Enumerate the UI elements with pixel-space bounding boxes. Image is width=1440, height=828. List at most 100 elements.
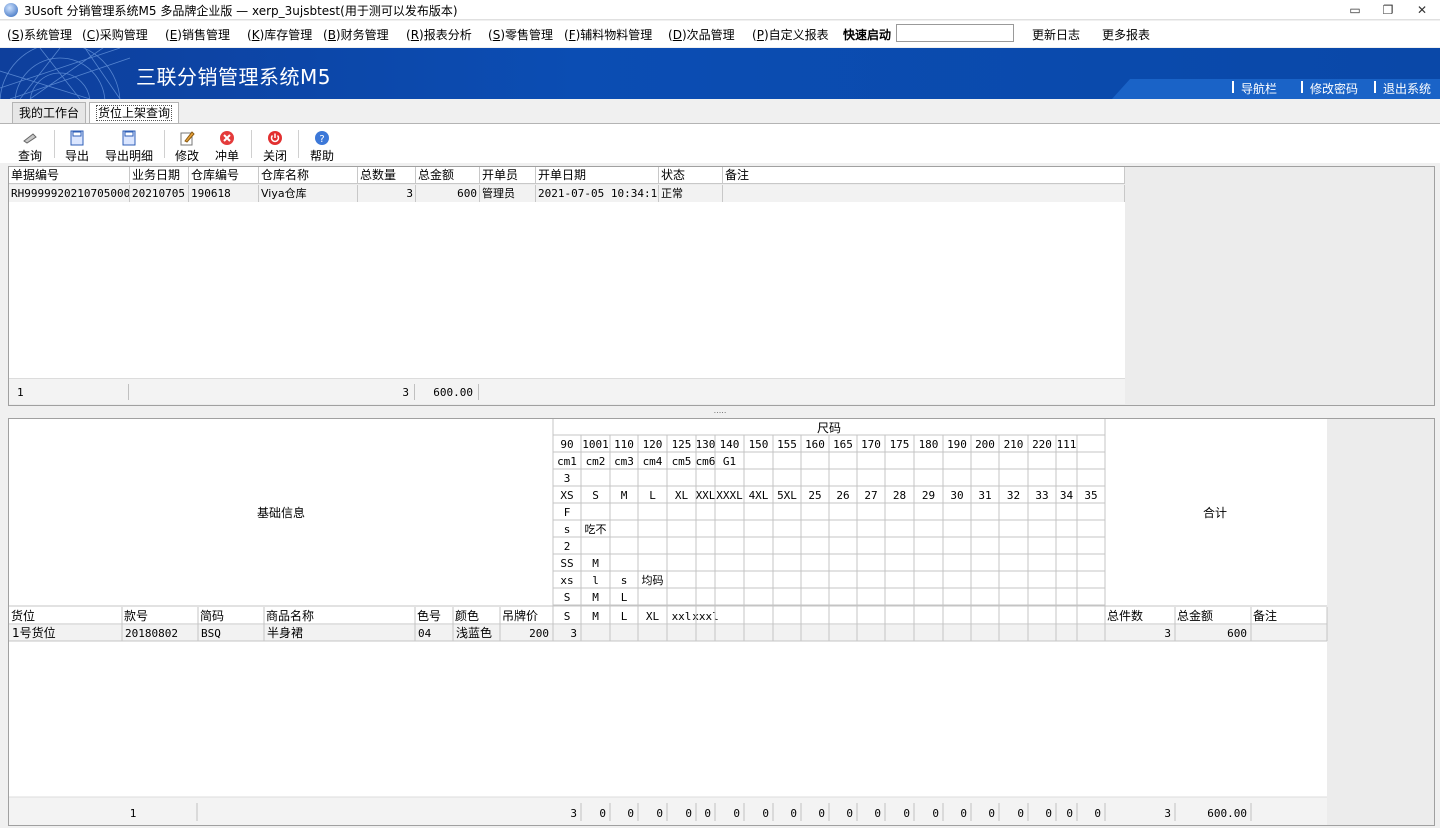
tab-location-shelf-query[interactable]: 货位上架查询 <box>89 102 180 124</box>
footer-size-qty: 0 <box>790 807 797 820</box>
size-code: l <box>592 574 599 587</box>
size-code: cm4 <box>643 455 663 468</box>
size-code: L <box>649 489 656 502</box>
column-header[interactable]: 业务日期 <box>130 167 189 183</box>
toolbar-button-2[interactable]: 导出明细 <box>103 126 155 163</box>
menu-8[interactable]: (D)次品管理 <box>668 26 735 43</box>
toolbar-button-4[interactable]: 冲单 <box>213 126 241 163</box>
table-cell: BSQ <box>201 627 221 640</box>
export-icon <box>69 130 85 146</box>
column-header: 商品名称 <box>266 608 314 623</box>
menu-7[interactable]: (F)辅料物料管理 <box>564 26 652 43</box>
menu-5[interactable]: (R)报表分析 <box>406 26 472 43</box>
quick-start-input[interactable] <box>896 24 1014 42</box>
size-header: 尺码 <box>817 421 841 435</box>
size-code: 200 <box>975 438 995 451</box>
menu-6[interactable]: (S)零售管理 <box>488 26 553 43</box>
column-header[interactable]: 开单日期 <box>536 167 659 183</box>
minimize-button[interactable]: ▭ <box>1340 1 1370 19</box>
table-cell: 半身裙 <box>267 625 303 640</box>
size-code: F <box>564 506 571 519</box>
size-code: cm1 <box>557 455 577 468</box>
table-cell: Viya仓库 <box>259 185 358 202</box>
size-code: cm3 <box>614 455 634 468</box>
tab-workbench[interactable]: 我的工作台 <box>12 102 87 123</box>
toolbar-button-5[interactable]: 关闭 <box>262 126 288 163</box>
toolbar-button-0[interactable]: 查询 <box>16 126 44 163</box>
table-cell: 04 <box>418 627 432 640</box>
total-header: 合计 <box>1203 505 1227 520</box>
footer-size-qty: 0 <box>656 807 663 820</box>
footer-total-amount: 600.00 <box>1207 807 1247 820</box>
column-header[interactable]: 仓库编号 <box>189 167 259 183</box>
size-code: 165 <box>833 438 853 451</box>
column-header[interactable]: 状态 <box>659 167 723 183</box>
toolbar-label: 帮助 <box>309 149 334 163</box>
menu-0[interactable]: (S)系统管理 <box>7 26 72 43</box>
column-header[interactable]: 总金额 <box>416 167 480 183</box>
column-header[interactable]: 仓库名称 <box>259 167 358 183</box>
column-header: 款号 <box>124 609 148 623</box>
size-code: 25 <box>808 489 821 502</box>
toolbar-button-3[interactable]: 修改 <box>173 126 201 163</box>
menu-4[interactable]: (B)财务管理 <box>323 26 389 43</box>
title-bar: 3Usoft 分销管理系统M5 多品牌企业版 — xerp_3ujsbtest(… <box>0 0 1440 20</box>
size-code: 27 <box>864 489 877 502</box>
logout-link[interactable]: 退出系统 <box>1383 80 1431 97</box>
table-cell <box>723 185 1125 202</box>
size-code: 220 <box>1032 438 1052 451</box>
size-code: cm6 <box>696 455 716 468</box>
tab-strip: 我的工作台 货位上架查询 <box>0 99 1440 124</box>
table-cell: 正常 <box>659 185 723 202</box>
size-column-header: xxl <box>672 610 692 623</box>
column-header[interactable]: 开单员 <box>480 167 536 183</box>
nav-bar-link[interactable]: 导航栏 <box>1241 80 1277 97</box>
quick-start-label: 快速启动 <box>843 28 892 42</box>
toolbar-label: 修改 <box>174 149 199 163</box>
size-code: 35 <box>1084 489 1097 502</box>
footer-size-qty: 0 <box>932 807 939 820</box>
toolbar-button-6[interactable]: ? 帮助 <box>309 126 335 163</box>
table-cell: 190618 <box>189 185 259 202</box>
size-code: 3 <box>564 472 571 485</box>
column-header[interactable]: 备注 <box>723 167 1125 183</box>
size-code: 26 <box>836 489 849 502</box>
close-window-button[interactable]: ✕ <box>1407 1 1437 19</box>
footer-size-qty: 0 <box>988 807 995 820</box>
banner-separator <box>1232 81 1234 93</box>
size-code: 180 <box>919 438 939 451</box>
table-cell: RH99999202107050001 <box>11 185 130 202</box>
toolbar-separator <box>164 130 165 158</box>
size-code: L <box>621 591 628 604</box>
detail-grid-right-bg <box>1327 419 1434 825</box>
size-code: 均码 <box>642 574 664 587</box>
total-amount-cell: 600 <box>1227 627 1247 640</box>
more-reports-link[interactable]: 更多报表 <box>1102 26 1150 43</box>
column-header[interactable]: 总数量 <box>358 167 416 183</box>
footer-size-qty: 0 <box>1094 807 1101 820</box>
size-code: 吃不 <box>585 523 607 536</box>
toolbar-button-1[interactable]: 导出 <box>62 126 92 163</box>
table-row[interactable]: RH99999202107050001 20210705 190618 Viya仓库 3… <box>9 185 1125 202</box>
size-code: 120 <box>643 438 663 451</box>
footer-size-qty: 0 <box>627 807 634 820</box>
restore-button[interactable]: ❐ <box>1373 1 1403 19</box>
column-header[interactable]: 单据编号 <box>9 167 130 183</box>
toolbar-label: 关闭 <box>262 149 287 163</box>
change-password-link[interactable]: 修改密码 <box>1310 80 1358 97</box>
splitter-handle[interactable]: ..... <box>712 407 728 415</box>
menu-3[interactable]: (K)库存管理 <box>247 26 312 43</box>
update-log-link[interactable]: 更新日志 <box>1032 26 1080 43</box>
banner-separator <box>1374 81 1376 93</box>
tab-label: 我的工作台 <box>19 106 80 120</box>
footer-size-qty: 0 <box>874 807 881 820</box>
menu-1[interactable]: (C)采购管理 <box>82 26 148 43</box>
footer-size-qty: 0 <box>762 807 769 820</box>
menu-2[interactable]: (E)销售管理 <box>165 26 230 43</box>
size-code: M <box>621 489 628 502</box>
size-code: 4XL <box>749 489 769 502</box>
size-code: 111 <box>1057 438 1077 451</box>
footer-total-amount: 600.00 <box>433 386 473 399</box>
menu-9[interactable]: (P)自定义报表 <box>752 26 829 43</box>
detail-grid: 基础信息 尺码 合计 90 1001 110 120 125 130 140 150 155 160 16… <box>8 418 1435 826</box>
